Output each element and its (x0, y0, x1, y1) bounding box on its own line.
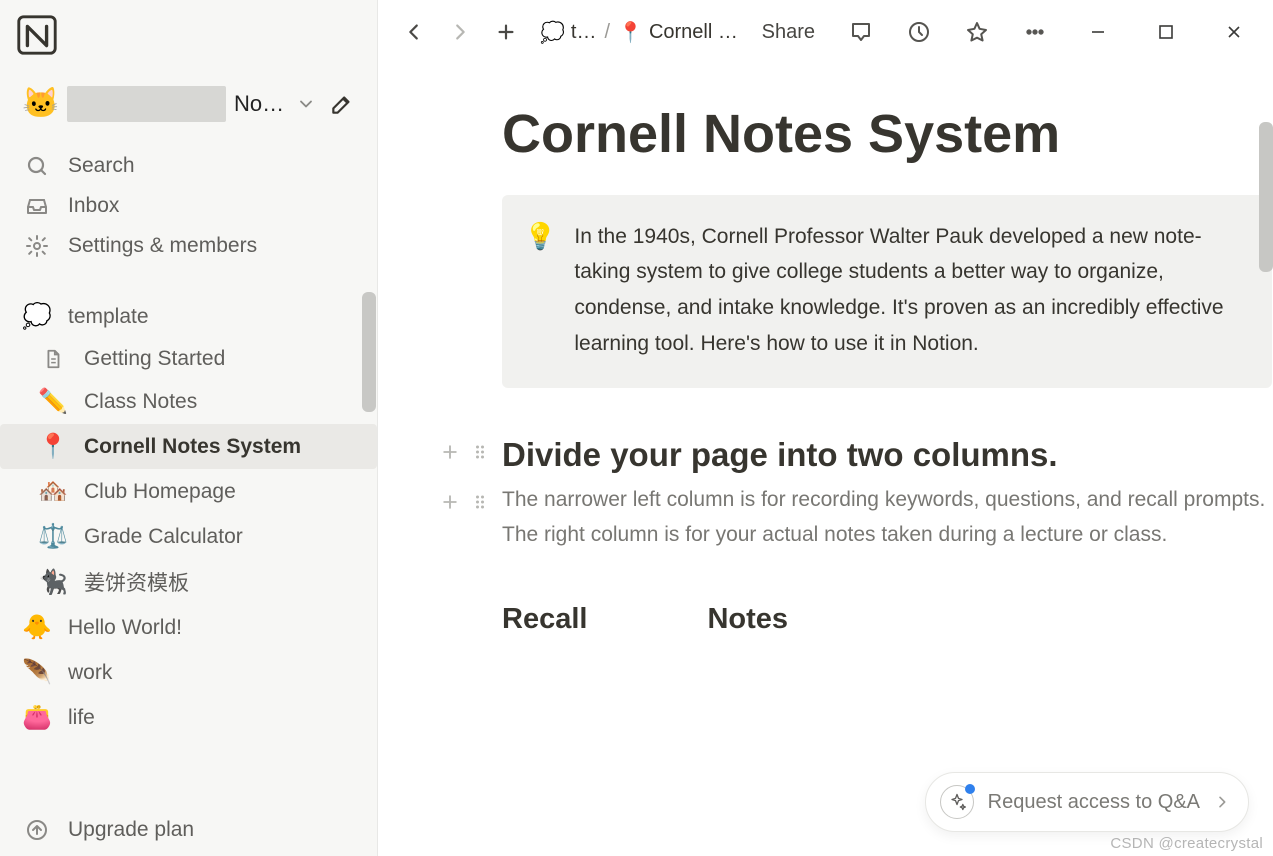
breadcrumb-parent-label: t… (571, 21, 597, 44)
forward-button[interactable] (440, 12, 480, 52)
updates-button[interactable] (899, 12, 939, 52)
workspace-emoji: 🐱 (22, 89, 59, 119)
sidebar-page-label: template (68, 305, 149, 329)
window-maximize-button[interactable] (1141, 10, 1191, 54)
sidebar-search-label: Search (68, 154, 135, 178)
window-minimize-button[interactable] (1073, 10, 1123, 54)
main: 💭 t… / 📍 Cornell … Share (378, 0, 1273, 856)
sidebar-page-template[interactable]: 💭 template (0, 294, 377, 339)
sidebar-page-label: Hello World! (68, 616, 182, 640)
callout-block[interactable]: 💡 In the 1940s, Cornell Professor Walter… (502, 195, 1272, 388)
add-block-button[interactable] (438, 440, 462, 464)
breadcrumb: 💭 t… / 📍 Cornell … (540, 20, 738, 45)
column-header-recall[interactable]: Recall (502, 603, 587, 636)
sidebar-page-label: work (68, 661, 112, 685)
compose-button[interactable] (324, 86, 359, 122)
content-scrollbar[interactable] (1259, 122, 1273, 272)
inbox-icon (24, 194, 50, 218)
round-pushpin-icon: 📍 (618, 20, 643, 45)
back-button[interactable] (394, 12, 434, 52)
page-title[interactable]: Cornell Notes System (502, 102, 1272, 167)
new-page-button[interactable] (486, 12, 526, 52)
sparkle-icon (940, 785, 974, 819)
qa-request-label: Request access to Q&A (988, 791, 1200, 814)
column-header-notes[interactable]: Notes (707, 603, 788, 636)
sidebar-settings[interactable]: Settings & members (0, 226, 377, 266)
breadcrumb-separator: / (604, 21, 610, 44)
watermark-text: CSDN @createcrystal (1110, 835, 1263, 852)
text-block[interactable]: The narrower left column is for recordin… (502, 482, 1272, 553)
houses-icon: 🏘️ (40, 477, 66, 506)
sidebar-page-label: Club Homepage (84, 480, 236, 504)
sidebar-page-getting-started[interactable]: Getting Started (0, 339, 377, 379)
sidebar-page-class-notes[interactable]: ✏️ Class Notes (0, 379, 377, 424)
topbar: 💭 t… / 📍 Cornell … Share (378, 0, 1273, 64)
more-button[interactable] (1015, 12, 1055, 52)
workspace-redacted-name (67, 86, 226, 122)
drag-handle[interactable] (468, 490, 492, 514)
sidebar-page-label: Getting Started (84, 347, 225, 371)
breadcrumb-current[interactable]: 📍 Cornell … (618, 20, 738, 45)
baby-chick-icon: 🐥 (24, 613, 50, 642)
sidebar-settings-label: Settings & members (68, 234, 257, 258)
sidebar-page-label: 姜饼资模板 (84, 567, 189, 597)
sidebar-upgrade-label: Upgrade plan (68, 818, 194, 842)
sidebar-page-hello-world[interactable]: 🐥 Hello World! (0, 605, 377, 650)
heading-block[interactable]: Divide your page into two columns. (502, 436, 1272, 474)
thought-balloon-icon: 💭 (540, 20, 565, 45)
sidebar-page-life[interactable]: 👛 life (0, 695, 377, 740)
sidebar-page-grade-calculator[interactable]: ⚖️ Grade Calculator (0, 514, 377, 559)
sidebar: 🐱 No… Search Inbox (0, 0, 378, 856)
sidebar-inbox-label: Inbox (68, 194, 119, 218)
page-content: Cornell Notes System 💡 In the 1940s, Cor… (378, 64, 1273, 856)
notion-logo (14, 12, 60, 58)
qa-request-pill[interactable]: Request access to Q&A (925, 772, 1249, 832)
black-cat-icon: 🐈‍⬛ (40, 568, 66, 597)
comments-button[interactable] (841, 12, 881, 52)
breadcrumb-parent[interactable]: 💭 t… (540, 20, 596, 45)
balance-scale-icon: ⚖️ (40, 522, 66, 551)
window-close-button[interactable] (1209, 10, 1259, 54)
sidebar-page-gingerbread-template[interactable]: 🐈‍⬛ 姜饼资模板 (0, 559, 377, 605)
chevron-right-icon (1214, 794, 1230, 810)
sidebar-upgrade-plan[interactable]: Upgrade plan (0, 810, 377, 850)
favorite-button[interactable] (957, 12, 997, 52)
sidebar-inbox[interactable]: Inbox (0, 186, 377, 226)
sidebar-page-label: Grade Calculator (84, 525, 243, 549)
chevron-down-icon (296, 94, 316, 114)
callout-text: In the 1940s, Cornell Professor Walter P… (574, 219, 1244, 362)
sidebar-page-label: Cornell Notes System (84, 435, 301, 459)
feather-icon: 🪶 (24, 658, 50, 687)
sidebar-scrollbar[interactable] (362, 292, 376, 412)
add-block-button[interactable] (438, 490, 462, 514)
round-pushpin-icon: 📍 (40, 432, 66, 461)
sidebar-search[interactable]: Search (0, 146, 377, 186)
sidebar-page-work[interactable]: 🪶 work (0, 650, 377, 695)
drag-handle[interactable] (468, 440, 492, 464)
sidebar-page-label: life (68, 706, 95, 730)
purse-icon: 👛 (24, 703, 50, 732)
thought-balloon-icon: 💭 (24, 302, 50, 331)
sidebar-page-club-homepage[interactable]: 🏘️ Club Homepage (0, 469, 377, 514)
workspace-switcher[interactable]: 🐱 No… (0, 78, 377, 130)
bulb-icon: 💡 (524, 223, 556, 362)
sidebar-page-cornell-notes[interactable]: 📍 Cornell Notes System (0, 424, 377, 469)
gear-icon (24, 234, 50, 258)
workspace-name-truncated: No… (234, 91, 284, 117)
sidebar-nav: Search Inbox Settings & members 💭 templa… (0, 146, 377, 740)
page-icon (40, 348, 66, 370)
sidebar-page-label: Class Notes (84, 390, 197, 414)
search-icon (24, 154, 50, 178)
pencil-icon: ✏️ (40, 387, 66, 416)
upgrade-icon (24, 818, 50, 842)
breadcrumb-current-label: Cornell … (649, 21, 738, 44)
share-button[interactable]: Share (754, 17, 823, 48)
